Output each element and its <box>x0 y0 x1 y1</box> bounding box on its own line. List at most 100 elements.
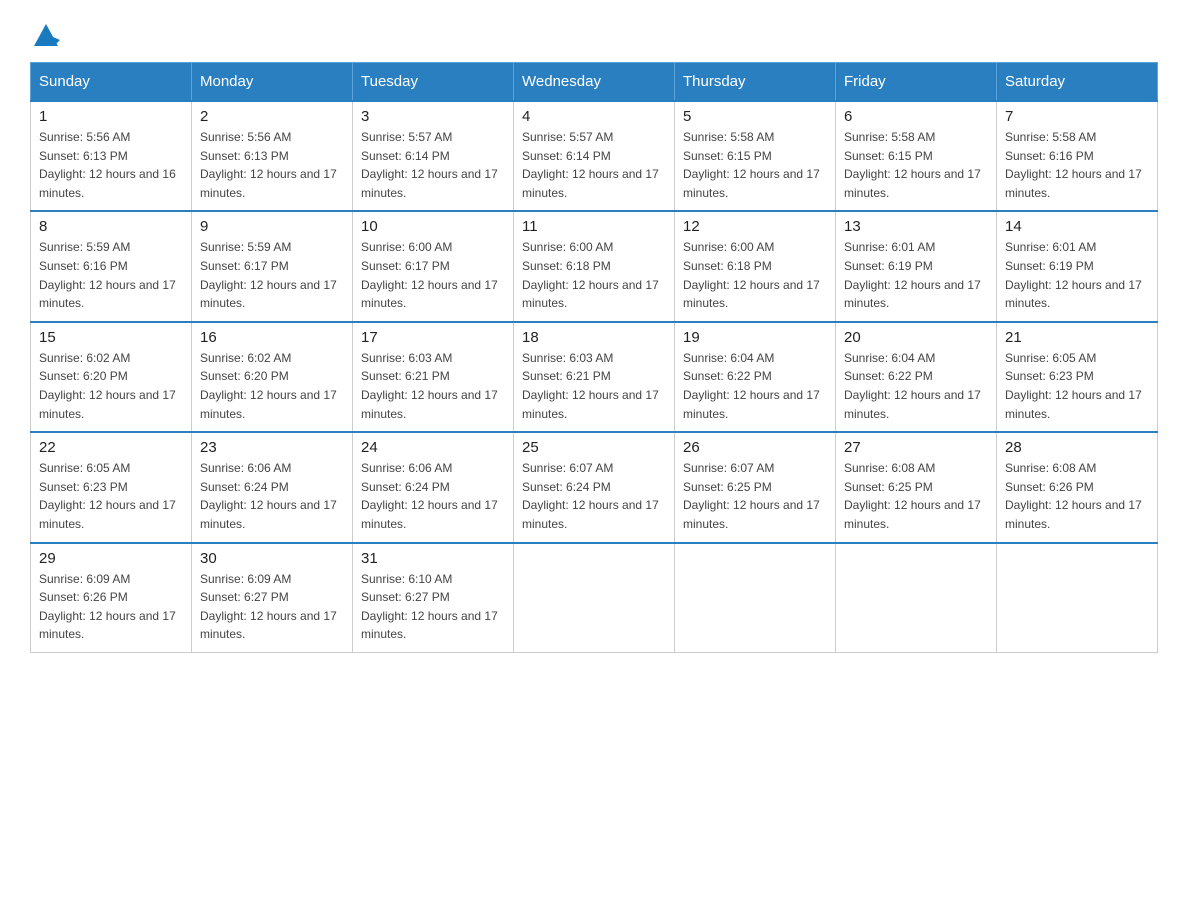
day-info: Sunrise: 6:01 AMSunset: 6:19 PMDaylight:… <box>844 240 981 310</box>
calendar-week-row: 15 Sunrise: 6:02 AMSunset: 6:20 PMDaylig… <box>31 322 1158 432</box>
calendar-day-cell: 25 Sunrise: 6:07 AMSunset: 6:24 PMDaylig… <box>514 432 675 542</box>
day-number: 29 <box>39 550 183 567</box>
calendar-day-cell: 16 Sunrise: 6:02 AMSunset: 6:20 PMDaylig… <box>192 322 353 432</box>
day-number: 15 <box>39 329 183 346</box>
calendar-day-cell <box>675 543 836 653</box>
day-of-week-header: Wednesday <box>514 63 675 102</box>
day-number: 21 <box>1005 329 1149 346</box>
day-of-week-header: Thursday <box>675 63 836 102</box>
day-info: Sunrise: 6:05 AMSunset: 6:23 PMDaylight:… <box>39 461 176 531</box>
calendar-table: SundayMondayTuesdayWednesdayThursdayFrid… <box>30 62 1158 653</box>
calendar-day-cell: 7 Sunrise: 5:58 AMSunset: 6:16 PMDayligh… <box>997 101 1158 211</box>
day-number: 10 <box>361 218 505 235</box>
day-info: Sunrise: 6:05 AMSunset: 6:23 PMDaylight:… <box>1005 351 1142 421</box>
calendar-week-row: 8 Sunrise: 5:59 AMSunset: 6:16 PMDayligh… <box>31 211 1158 321</box>
calendar-day-cell: 10 Sunrise: 6:00 AMSunset: 6:17 PMDaylig… <box>353 211 514 321</box>
day-info: Sunrise: 6:03 AMSunset: 6:21 PMDaylight:… <box>361 351 498 421</box>
calendar-day-cell: 17 Sunrise: 6:03 AMSunset: 6:21 PMDaylig… <box>353 322 514 432</box>
day-number: 25 <box>522 439 666 456</box>
calendar-day-cell: 20 Sunrise: 6:04 AMSunset: 6:22 PMDaylig… <box>836 322 997 432</box>
calendar-day-cell: 22 Sunrise: 6:05 AMSunset: 6:23 PMDaylig… <box>31 432 192 542</box>
calendar-day-cell: 5 Sunrise: 5:58 AMSunset: 6:15 PMDayligh… <box>675 101 836 211</box>
calendar-week-row: 1 Sunrise: 5:56 AMSunset: 6:13 PMDayligh… <box>31 101 1158 211</box>
day-number: 12 <box>683 218 827 235</box>
day-number: 22 <box>39 439 183 456</box>
calendar-day-cell: 1 Sunrise: 5:56 AMSunset: 6:13 PMDayligh… <box>31 101 192 211</box>
day-info: Sunrise: 6:00 AMSunset: 6:18 PMDaylight:… <box>683 240 820 310</box>
day-number: 4 <box>522 108 666 125</box>
day-number: 8 <box>39 218 183 235</box>
day-number: 30 <box>200 550 344 567</box>
day-number: 1 <box>39 108 183 125</box>
calendar-day-cell: 11 Sunrise: 6:00 AMSunset: 6:18 PMDaylig… <box>514 211 675 321</box>
day-of-week-header: Sunday <box>31 63 192 102</box>
calendar-day-cell: 12 Sunrise: 6:00 AMSunset: 6:18 PMDaylig… <box>675 211 836 321</box>
calendar-day-cell: 21 Sunrise: 6:05 AMSunset: 6:23 PMDaylig… <box>997 322 1158 432</box>
calendar-day-cell: 28 Sunrise: 6:08 AMSunset: 6:26 PMDaylig… <box>997 432 1158 542</box>
day-of-week-header: Saturday <box>997 63 1158 102</box>
day-number: 19 <box>683 329 827 346</box>
day-number: 2 <box>200 108 344 125</box>
day-info: Sunrise: 5:57 AMSunset: 6:14 PMDaylight:… <box>522 130 659 200</box>
day-number: 28 <box>1005 439 1149 456</box>
day-number: 18 <box>522 329 666 346</box>
day-number: 11 <box>522 218 666 235</box>
day-number: 16 <box>200 329 344 346</box>
day-info: Sunrise: 6:06 AMSunset: 6:24 PMDaylight:… <box>200 461 337 531</box>
day-number: 26 <box>683 439 827 456</box>
day-info: Sunrise: 6:02 AMSunset: 6:20 PMDaylight:… <box>200 351 337 421</box>
day-info: Sunrise: 5:58 AMSunset: 6:15 PMDaylight:… <box>844 130 981 200</box>
calendar-day-cell <box>836 543 997 653</box>
day-number: 31 <box>361 550 505 567</box>
day-number: 24 <box>361 439 505 456</box>
page-header <box>30 20 1158 42</box>
day-of-week-header: Monday <box>192 63 353 102</box>
day-info: Sunrise: 6:00 AMSunset: 6:18 PMDaylight:… <box>522 240 659 310</box>
day-number: 7 <box>1005 108 1149 125</box>
day-info: Sunrise: 5:59 AMSunset: 6:17 PMDaylight:… <box>200 240 337 310</box>
day-number: 13 <box>844 218 988 235</box>
day-number: 23 <box>200 439 344 456</box>
day-info: Sunrise: 6:02 AMSunset: 6:20 PMDaylight:… <box>39 351 176 421</box>
day-info: Sunrise: 6:10 AMSunset: 6:27 PMDaylight:… <box>361 572 498 642</box>
day-info: Sunrise: 6:08 AMSunset: 6:25 PMDaylight:… <box>844 461 981 531</box>
calendar-day-cell: 15 Sunrise: 6:02 AMSunset: 6:20 PMDaylig… <box>31 322 192 432</box>
calendar-day-cell: 6 Sunrise: 5:58 AMSunset: 6:15 PMDayligh… <box>836 101 997 211</box>
day-info: Sunrise: 5:57 AMSunset: 6:14 PMDaylight:… <box>361 130 498 200</box>
logo-icon <box>32 20 60 48</box>
day-info: Sunrise: 5:58 AMSunset: 6:16 PMDaylight:… <box>1005 130 1142 200</box>
day-number: 20 <box>844 329 988 346</box>
calendar-day-cell: 3 Sunrise: 5:57 AMSunset: 6:14 PMDayligh… <box>353 101 514 211</box>
calendar-day-cell: 8 Sunrise: 5:59 AMSunset: 6:16 PMDayligh… <box>31 211 192 321</box>
day-of-week-header: Friday <box>836 63 997 102</box>
calendar-week-row: 22 Sunrise: 6:05 AMSunset: 6:23 PMDaylig… <box>31 432 1158 542</box>
calendar-day-cell: 24 Sunrise: 6:06 AMSunset: 6:24 PMDaylig… <box>353 432 514 542</box>
day-info: Sunrise: 6:08 AMSunset: 6:26 PMDaylight:… <box>1005 461 1142 531</box>
calendar-header-row: SundayMondayTuesdayWednesdayThursdayFrid… <box>31 63 1158 102</box>
calendar-day-cell: 26 Sunrise: 6:07 AMSunset: 6:25 PMDaylig… <box>675 432 836 542</box>
day-number: 14 <box>1005 218 1149 235</box>
day-number: 5 <box>683 108 827 125</box>
calendar-day-cell <box>514 543 675 653</box>
day-number: 6 <box>844 108 988 125</box>
day-info: Sunrise: 5:58 AMSunset: 6:15 PMDaylight:… <box>683 130 820 200</box>
calendar-day-cell: 31 Sunrise: 6:10 AMSunset: 6:27 PMDaylig… <box>353 543 514 653</box>
day-number: 17 <box>361 329 505 346</box>
day-info: Sunrise: 6:01 AMSunset: 6:19 PMDaylight:… <box>1005 240 1142 310</box>
calendar-day-cell: 19 Sunrise: 6:04 AMSunset: 6:22 PMDaylig… <box>675 322 836 432</box>
calendar-day-cell: 30 Sunrise: 6:09 AMSunset: 6:27 PMDaylig… <box>192 543 353 653</box>
day-info: Sunrise: 6:09 AMSunset: 6:26 PMDaylight:… <box>39 572 176 642</box>
day-info: Sunrise: 6:04 AMSunset: 6:22 PMDaylight:… <box>683 351 820 421</box>
logo <box>30 20 62 42</box>
day-info: Sunrise: 5:56 AMSunset: 6:13 PMDaylight:… <box>200 130 337 200</box>
day-number: 9 <box>200 218 344 235</box>
calendar-day-cell: 4 Sunrise: 5:57 AMSunset: 6:14 PMDayligh… <box>514 101 675 211</box>
day-info: Sunrise: 6:09 AMSunset: 6:27 PMDaylight:… <box>200 572 337 642</box>
calendar-day-cell: 2 Sunrise: 5:56 AMSunset: 6:13 PMDayligh… <box>192 101 353 211</box>
day-info: Sunrise: 6:03 AMSunset: 6:21 PMDaylight:… <box>522 351 659 421</box>
calendar-day-cell: 14 Sunrise: 6:01 AMSunset: 6:19 PMDaylig… <box>997 211 1158 321</box>
day-info: Sunrise: 5:56 AMSunset: 6:13 PMDaylight:… <box>39 130 176 200</box>
calendar-day-cell <box>997 543 1158 653</box>
day-info: Sunrise: 6:00 AMSunset: 6:17 PMDaylight:… <box>361 240 498 310</box>
day-info: Sunrise: 5:59 AMSunset: 6:16 PMDaylight:… <box>39 240 176 310</box>
